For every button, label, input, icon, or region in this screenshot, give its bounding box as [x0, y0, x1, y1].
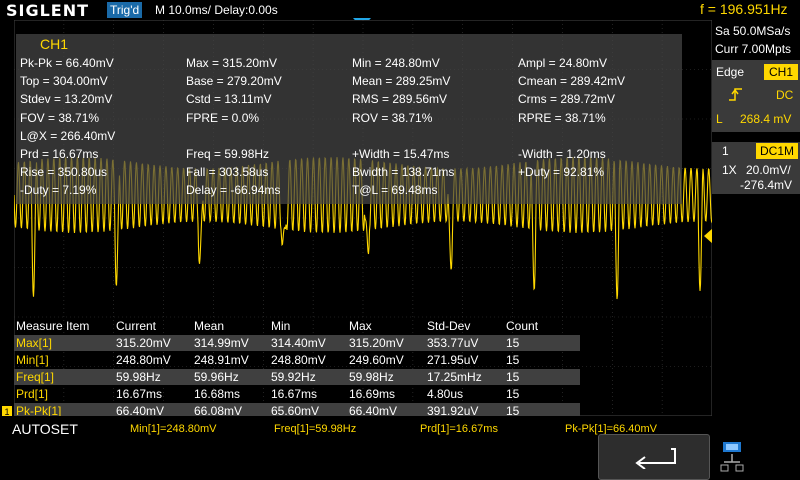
bottom-measurement: Prd[1]=16.67ms [420, 423, 498, 435]
statistics-row: Freq[1] 59.98Hz 59.96Hz 59.92Hz 59.98Hz 17.25… [14, 369, 580, 385]
channel-number: 1 [722, 144, 729, 158]
statistics-item-name: Freq[1] [16, 370, 55, 384]
measurement-value: +Duty = 92.81% [518, 165, 605, 180]
statistics-cell: 315.20mV [116, 336, 171, 350]
sample-rate: Sa 50.0MSa/s [715, 24, 791, 38]
statistics-cell: 16.68ms [194, 387, 241, 401]
measurement-value: -Duty = 7.19% [20, 183, 97, 198]
measurement-value: Cstd = 13.11mV [186, 92, 272, 107]
autoset-label[interactable]: AUTOSET [12, 421, 78, 437]
measurement-value: ROV = 38.71% [352, 110, 433, 125]
statistics-cell: 353.77uV [427, 336, 479, 350]
measurement-value: Top = 304.00mV [20, 74, 108, 89]
statistics-cell: 16.69ms [349, 387, 396, 401]
trigger-status-badge[interactable]: Trig'd [107, 2, 143, 18]
statistics-cell: 17.25mHz [427, 370, 482, 384]
measurement-value: FPRE = 0.0% [186, 110, 260, 125]
trigger-level-value: 268.4 mV [740, 112, 792, 126]
statistics-cell: 59.98Hz [116, 370, 161, 384]
statistics-row: Prd[1] 16.67ms 16.68ms 16.67ms 16.69ms 4.80us… [14, 386, 580, 402]
statistics-cell: 248.80mV [116, 353, 171, 367]
statistics-cell: 16.67ms [116, 387, 163, 401]
statistics-item-name: Prd[1] [16, 387, 49, 401]
brand-logo: SIGLENT [6, 1, 90, 20]
bottom-measurement: Min[1]=248.80mV [130, 423, 217, 435]
bottom-bar: AUTOSET Min[1]=248.80mV Freq[1]=59.98Hz … [0, 416, 712, 480]
right-info-panel: Sa 50.0MSa/s Curr 7.00Mpts Edge CH1 DC L… [712, 20, 800, 480]
measurement-value: -Width = 1.20ms [518, 147, 606, 161]
measurement-value: Delay = -66.94ms [186, 183, 281, 198]
timebase-readout[interactable]: M 10.0ms/ Delay:0.00s [155, 2, 278, 18]
statistics-cell: 59.98Hz [349, 370, 394, 384]
statistics-cell: 249.60mV [349, 353, 404, 367]
back-button[interactable] [598, 434, 710, 480]
statistics-cell: 15 [506, 387, 520, 401]
measurement-value: Stdev = 13.20mV [20, 92, 113, 107]
trigger-coupling: DC [776, 88, 794, 102]
channel-coupling-badge: DC1M [756, 143, 798, 159]
statistics-cell: 271.95uV [427, 353, 479, 367]
statistics-cell: 248.91mV [194, 353, 249, 367]
measurement-panel-title: CH1 [40, 36, 69, 52]
measurement-value: FOV = 38.71% [20, 110, 100, 125]
measurement-value: Fall = 303.58us [186, 165, 269, 180]
statistics-cell: 314.40mV [271, 336, 326, 350]
measurement-value: Bwidth = 138.71ms [352, 165, 455, 180]
top-status-bar: SIGLENT Trig'd M 10.0ms/ Delay:0.00s f =… [0, 0, 800, 20]
measurement-value: Base = 279.20mV [186, 74, 282, 89]
frequency-counter: f = 196.951Hz [700, 1, 788, 17]
statistics-cell: 59.96Hz [194, 370, 239, 384]
statistics-cell: 59.92Hz [271, 370, 316, 384]
statistics-column-header: Min [271, 319, 291, 333]
statistics-cell: 4.80us [427, 387, 464, 401]
statistics-cell: 15 [506, 336, 520, 350]
memory-depth: Curr 7.00Mpts [715, 42, 792, 56]
trigger-source-badge: CH1 [764, 64, 798, 80]
statistics-column-header: Measure Item [16, 319, 90, 333]
measurement-value: Mean = 289.25mV [352, 74, 451, 89]
trigger-type: Edge [716, 65, 745, 79]
statistics-cell: 15 [506, 370, 520, 384]
measurement-value: RPRE = 38.71% [518, 110, 606, 125]
statistics-cell: 16.67ms [271, 387, 318, 401]
statistics-header-row: Measure Item Current Mean Min Max Std-Dev Coun… [14, 318, 580, 334]
probe-attenuation: 1X [722, 163, 737, 177]
statistics-row: Min[1] 248.80mV 248.91mV 248.80mV 249.60mV 27… [14, 352, 580, 368]
measurement-value: Prd = 16.67ms [20, 147, 99, 161]
statistics-column-header: Count [506, 319, 539, 333]
measurement-value: Pk-Pk = 66.40mV [20, 56, 114, 70]
channel-offset: -276.4mV [740, 178, 793, 192]
measurement-value: Cmean = 289.42mV [518, 74, 626, 89]
measurement-panel: CH1 Pk-Pk = 66.40mV Max = 315.20mV Min = 2… [16, 34, 682, 204]
statistics-cell: 315.20mV [349, 336, 404, 350]
measurement-value: Max = 315.20mV [186, 56, 278, 70]
statistics-column-header: Max [349, 319, 372, 333]
rising-edge-icon [729, 88, 742, 101]
measurement-value: L@X = 266.40mV [20, 128, 116, 143]
statistics-item-name: Min[1] [16, 353, 49, 367]
measurement-value: Min = 248.80mV [352, 56, 440, 70]
volts-per-div: 20.0mV/ [746, 163, 791, 177]
network-icon[interactable] [720, 440, 744, 476]
measurement-value: Ampl = 24.80mV [518, 56, 608, 70]
measurement-value: Crms = 289.72mV [518, 92, 616, 107]
measurement-value: RMS = 289.56mV [352, 92, 448, 107]
statistics-column-header: Mean [194, 319, 225, 333]
trigger-level-label: L [716, 112, 723, 126]
measurement-value: T@L = 69.48ms [352, 183, 438, 198]
bottom-measurement: Freq[1]=59.98Hz [274, 423, 357, 435]
measurement-value: Rise = 350.80us [20, 165, 108, 180]
statistics-cell: 15 [506, 353, 520, 367]
measurement-value: Freq = 59.98Hz [186, 147, 270, 161]
statistics-column-header: Current [116, 319, 157, 333]
statistics-cell: 314.99mV [194, 336, 249, 350]
statistics-column-header: Std-Dev [427, 319, 471, 333]
return-arrow-icon [635, 448, 676, 469]
statistics-cell: 248.80mV [271, 353, 326, 367]
statistics-item-name: Max[1] [16, 336, 53, 350]
measurement-value: +Width = 15.47ms [352, 147, 450, 161]
statistics-row: Max[1] 315.20mV 314.99mV 314.40mV 315.20mV 35… [14, 335, 580, 351]
